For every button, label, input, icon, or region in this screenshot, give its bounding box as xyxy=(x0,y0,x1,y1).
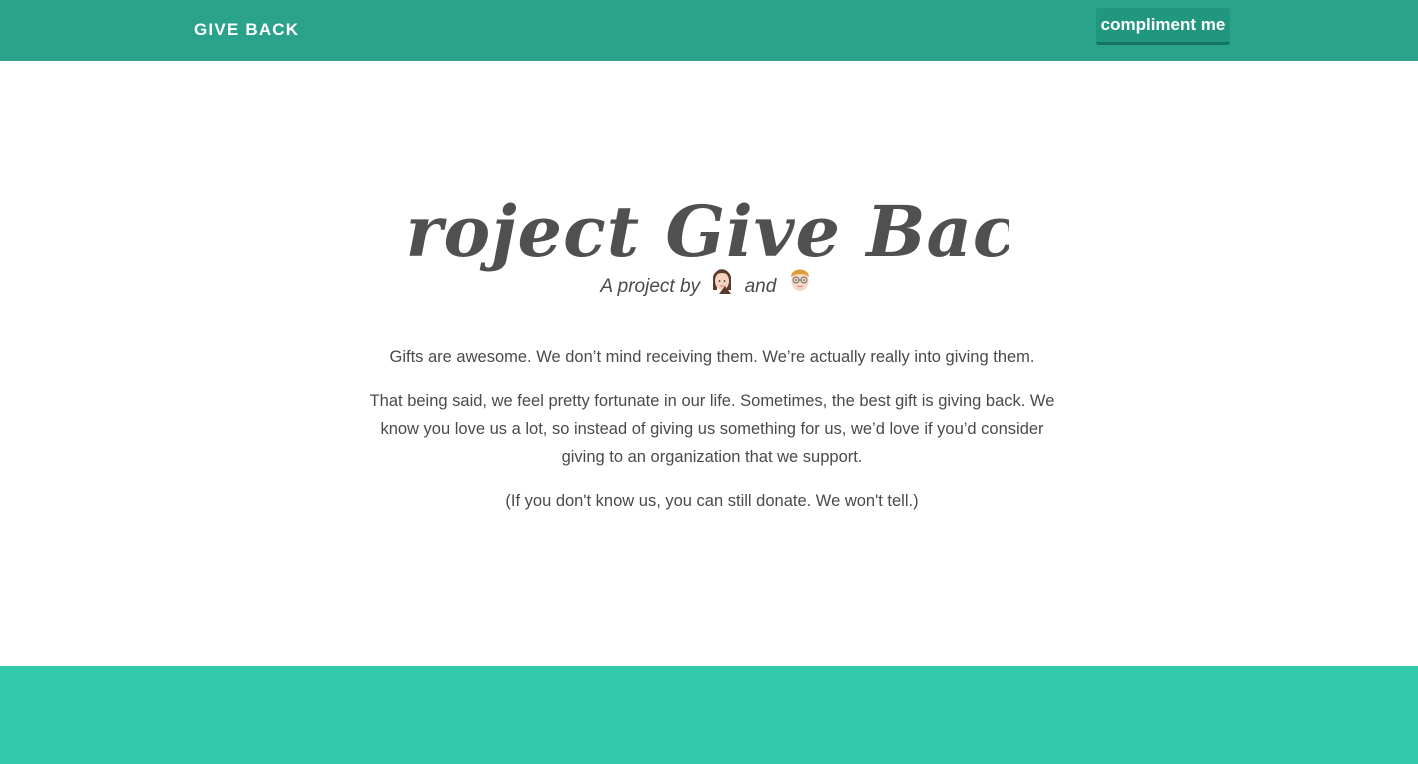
byline: A project by and xyxy=(0,268,1418,306)
intro-text: Gifts are awesome. We don’t mind receivi… xyxy=(357,343,1067,531)
byline-and: and xyxy=(744,276,777,298)
compliment-me-button[interactable]: compliment me xyxy=(1096,8,1230,45)
man-with-glasses-avatar-icon xyxy=(788,264,812,306)
byline-prefix: A project by xyxy=(600,276,701,298)
woman-avatar-icon xyxy=(711,264,733,306)
brand-logo-link[interactable]: GIVE BACK xyxy=(194,20,299,40)
intro-paragraph: (If you don't know us, you can still don… xyxy=(505,492,919,510)
page-title-text: Project Give Back xyxy=(409,190,1009,273)
intro-paragraph: Gifts are awesome. We don’t mind receivi… xyxy=(389,348,1035,366)
top-navbar: GIVE BACK compliment me xyxy=(0,0,1418,61)
intro-paragraph: That being said, we feel pretty fortunat… xyxy=(369,392,1055,466)
footer-band xyxy=(0,666,1418,764)
